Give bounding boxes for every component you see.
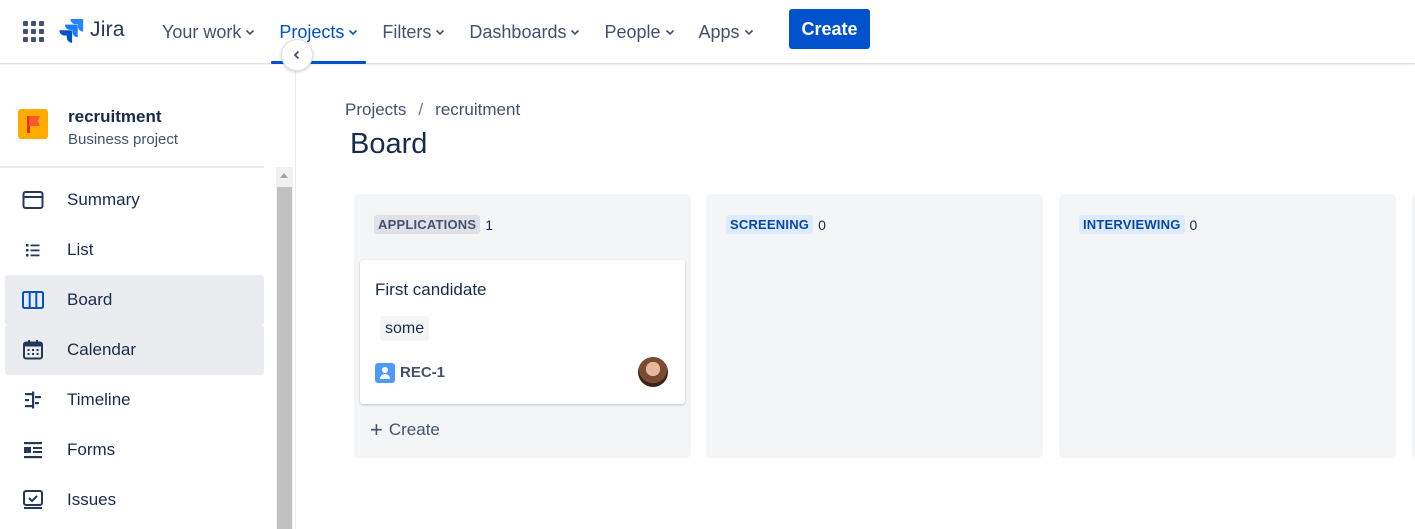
sidebar-item-label: List [67,240,94,259]
project-name: recruitment [68,107,162,126]
column-header: SCREENING 0 [726,215,826,234]
chevron-down-icon [436,29,445,36]
column-issue-count: 0 [818,216,826,233]
card-title: First candidate [375,280,487,299]
nav-people-label: People [604,21,661,42]
breadcrumb-separator: / [418,100,424,119]
sidebar-item-list[interactable]: List [5,225,264,275]
column-status-lozenge: INTERVIEWING [1079,215,1185,234]
column-create-button[interactable]: + Create [370,417,440,442]
nav-projects-label: Projects [279,21,345,42]
project-type: Business project [68,131,179,148]
board-column-applications: APPLICATIONS 1 First candidate some REC-… [354,194,691,458]
nav-filters-label: Filters [382,21,432,42]
scrollbar-thumb[interactable] [277,187,292,529]
sidebar-item-label: Calendar [67,340,136,359]
app-switcher-icon[interactable] [20,17,48,45]
nav-apps[interactable]: Apps [687,0,766,64]
sidebar-item-forms[interactable]: Forms [5,425,264,475]
forms-icon [21,438,45,462]
column-status-lozenge: SCREENING [726,215,814,234]
column-issue-count: 0 [1189,216,1198,233]
issue-card[interactable]: First candidate some REC-1 [360,260,685,404]
app-name: Jira [90,18,125,41]
calendar-icon [21,338,45,362]
column-header: INTERVIEWING 0 [1079,215,1197,234]
sidebar-item-calendar[interactable]: Calendar [5,325,264,375]
nav-dashboards-label: Dashboards [469,21,567,42]
create-button[interactable]: Create [789,9,870,49]
breadcrumb-project-link[interactable]: recruitment [435,100,520,120]
sidebar-item-issues[interactable]: Issues [5,475,264,525]
sidebar-item-label: Issues [67,490,117,509]
nav-your-work[interactable]: Your work [150,0,267,64]
collapse-sidebar-button[interactable] [281,39,313,71]
issue-key[interactable]: REC-1 [400,364,445,381]
column-issue-count: 1 [485,216,494,233]
timeline-icon [21,388,45,412]
breadcrumb-projects-link[interactable]: Projects [345,100,406,120]
nav-menu: Your work Projects Filters Dashboards Pe… [150,0,766,64]
scroll-up-arrow-icon[interactable] [280,173,288,178]
nav-filters[interactable]: Filters [370,0,457,64]
card-label: some [380,316,430,341]
top-navigation: Jira Your work Projects Filters Dashboar… [0,0,1415,64]
summary-icon [21,188,45,212]
project-avatar [18,109,48,139]
breadcrumb: Projects / recruitment [345,100,520,120]
page-title: Board [350,128,428,160]
sidebar-item-label: Board [67,290,113,309]
jira-logo[interactable]: Jira [58,14,125,46]
sidebar-item-timeline[interactable]: Timeline [5,375,264,425]
sidebar-item-board[interactable]: Board [5,275,264,325]
board-column-screening: SCREENING 0 [706,194,1043,458]
project-header: recruitment Business project [0,65,264,168]
chevron-down-icon [246,29,255,36]
chevron-down-icon [744,29,753,36]
board-column-interviewing: INTERVIEWING 0 [1059,194,1396,458]
nav-your-work-label: Your work [162,21,242,42]
assignee-avatar[interactable] [638,357,668,387]
column-status-lozenge: APPLICATIONS [374,215,481,234]
jira-logo-icon [59,19,84,43]
nav-people[interactable]: People [592,0,686,64]
chevron-down-icon [349,29,358,36]
project-sidebar: recruitment Business project Summary Lis… [0,65,296,529]
chevron-down-icon [571,29,580,36]
plus-icon: + [370,417,383,442]
sidebar-item-label: Summary [67,190,140,209]
board-icon [21,288,45,312]
list-icon [21,238,45,262]
sidebar-item-label: Timeline [67,390,131,409]
column-create-label: Create [388,420,440,439]
nav-dashboards[interactable]: Dashboards [457,0,592,64]
sidebar-nav-list: Summary List Board Calendar Timeline For… [5,175,264,525]
chevron-down-icon [665,29,674,36]
sidebar-item-label: Forms [67,440,116,459]
nav-apps-label: Apps [698,21,740,42]
sidebar-scrollbar[interactable] [276,167,293,529]
issue-type-person-icon [375,363,395,383]
sidebar-item-summary[interactable]: Summary [5,175,264,225]
chevron-left-icon [293,50,300,60]
column-header: APPLICATIONS 1 [374,215,493,234]
issues-icon [21,488,45,512]
